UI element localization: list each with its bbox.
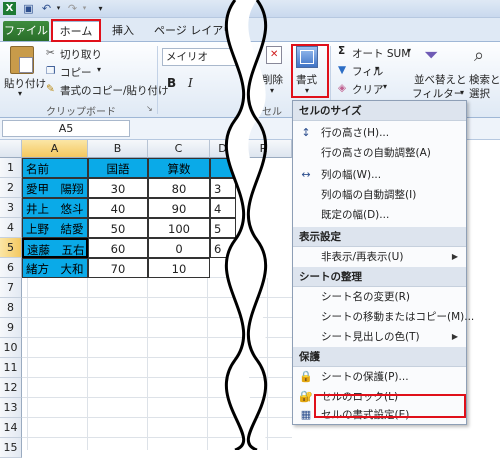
table-cell[interactable]: 国語 — [88, 158, 148, 178]
home-tab-highlight — [51, 19, 101, 42]
menu-section-organize: シートの整理 — [293, 267, 466, 287]
wavy-cut-divider — [224, 0, 268, 450]
menu-item-row-autofit[interactable]: 行の高さの自動調整(A) — [293, 143, 466, 163]
menu-item-protect-sheet[interactable]: 🔒 シートの保護(P)... — [293, 367, 466, 387]
clipboard-group-label: クリップボード — [46, 107, 116, 118]
table-cell[interactable]: 愛甲 陽翔 — [22, 178, 88, 198]
row-header[interactable]: 1 — [0, 158, 22, 178]
row-header[interactable]: 14 — [0, 418, 22, 438]
menu-section-visibility: 表示設定 — [293, 227, 466, 247]
menu-section-protection: 保護 — [293, 347, 466, 367]
table-cell[interactable]: 50 — [88, 218, 148, 238]
active-cell[interactable]: 遠藤 五右 — [22, 238, 88, 258]
menu-item-column-autofit[interactable]: 列の幅の自動調整(I) — [293, 185, 466, 205]
table-cell[interactable]: 70 — [88, 258, 148, 278]
row-header[interactable]: 12 — [0, 378, 22, 398]
row-header[interactable]: 5 — [0, 238, 22, 258]
sort-filter-dropdown-icon[interactable]: ▾ — [460, 88, 464, 97]
italic-button[interactable]: I — [188, 76, 193, 90]
menu-item-move-copy-sheet[interactable]: シートの移動またはコピー(M)... — [293, 307, 474, 327]
column-header[interactable]: A — [22, 140, 88, 158]
table-cell[interactable]: 40 — [88, 198, 148, 218]
format-dropdown-menu: セルのサイズ ↕ 行の高さ(H)... 行の高さの自動調整(A) ↔ 列の幅(W… — [292, 100, 474, 425]
sort-filter-label-1[interactable]: 並べ替えと — [414, 72, 467, 87]
lock-icon: 🔐 — [299, 390, 313, 403]
menu-item-column-width[interactable]: ↔ 列の幅(W)... — [293, 165, 466, 185]
menu-item-default-width[interactable]: 既定の幅(D)... — [293, 205, 466, 225]
copy-button[interactable]: コピー — [60, 65, 92, 80]
format-cells-dialog-icon: ▦ — [300, 408, 312, 421]
menu-item-hide-unhide[interactable]: 非表示/再表示(U) ▶ — [293, 247, 466, 267]
redo-dropdown-icon[interactable]: ▾ — [78, 2, 91, 15]
format-painter-button[interactable]: 書式のコピー/貼り付け — [60, 83, 169, 98]
excel-logo-icon: X — [3, 2, 16, 15]
cut-button[interactable]: 切り取り — [60, 47, 102, 62]
submenu-arrow-icon: ▶ — [451, 252, 458, 261]
column-header[interactable]: B — [88, 140, 148, 158]
autosum-dropdown-icon[interactable]: ▾ — [407, 46, 411, 55]
group-separator — [157, 46, 158, 114]
format-painter-icon[interactable]: ✎ — [46, 83, 55, 95]
row-header[interactable]: 2 — [0, 178, 22, 198]
tab-file[interactable]: ファイル — [3, 21, 49, 41]
bold-button[interactable]: B — [167, 76, 176, 90]
table-cell[interactable]: 緒方 大和 — [22, 258, 88, 278]
submenu-arrow-icon: ▶ — [451, 332, 458, 341]
menu-item-row-height[interactable]: ↕ 行の高さ(H)... — [293, 123, 466, 143]
clear-dropdown-icon[interactable]: ▾ — [383, 82, 387, 91]
menu-item-tab-color[interactable]: シート見出しの色(T) ▶ — [293, 327, 466, 347]
row-header[interactable]: 3 — [0, 198, 22, 218]
row-header[interactable]: 8 — [0, 298, 22, 318]
row-header[interactable]: 15 — [0, 438, 22, 458]
save-icon[interactable]: ▣ — [22, 2, 35, 15]
table-cell[interactable]: 30 — [88, 178, 148, 198]
fill-icon[interactable]: ▼ — [338, 64, 346, 76]
find-select-label-2[interactable]: 選択 — [469, 86, 490, 101]
paste-button[interactable]: 貼り付け — [4, 76, 46, 91]
row-header[interactable]: 6 — [0, 258, 22, 278]
menu-item-rename-sheet[interactable]: シート名の変更(R) — [293, 287, 466, 307]
column-width-icon: ↔ — [301, 168, 311, 181]
name-box[interactable]: A5 — [2, 120, 130, 137]
menu-section-cell-size: セルのサイズ — [293, 101, 466, 121]
find-select-label-1[interactable]: 検索と — [469, 72, 500, 87]
cut-icon[interactable]: ✂ — [46, 47, 55, 59]
format-cells-highlight — [314, 394, 466, 418]
autosum-icon[interactable]: Σ — [338, 45, 345, 57]
autosum-button[interactable]: オート SUM — [352, 46, 410, 61]
copy-icon[interactable]: ❐ — [46, 65, 55, 77]
row-height-icon: ↕ — [301, 126, 311, 139]
undo-dropdown-icon[interactable]: ▾ — [52, 2, 65, 15]
format-button-highlight — [291, 44, 329, 98]
table-cell[interactable]: 上野 結愛 — [22, 218, 88, 238]
clipboard-launcher-icon[interactable]: ↘ — [146, 104, 153, 113]
select-all-corner[interactable] — [0, 140, 22, 158]
row-header[interactable]: 13 — [0, 398, 22, 418]
row-header[interactable]: 9 — [0, 318, 22, 338]
tab-insert[interactable]: 挿入 — [104, 21, 142, 41]
row-header[interactable]: 10 — [0, 338, 22, 358]
table-cell[interactable]: 名前 — [22, 158, 88, 178]
protect-sheet-icon: 🔒 — [299, 370, 313, 383]
clear-button[interactable]: クリア — [352, 82, 384, 97]
table-cell[interactable]: 井上 悠斗 — [22, 198, 88, 218]
paste-dropdown-icon[interactable]: ▾ — [18, 89, 22, 98]
paste-icon[interactable] — [10, 46, 34, 74]
table-cell[interactable]: 60 — [88, 238, 148, 258]
row-header[interactable]: 7 — [0, 278, 22, 298]
fill-dropdown-icon[interactable]: ▾ — [375, 64, 379, 73]
row-header[interactable]: 11 — [0, 358, 22, 378]
find-select-icon[interactable]: ⌕ — [474, 45, 484, 66]
sort-filter-icon[interactable]: ⏷ — [424, 45, 438, 66]
copy-dropdown-icon[interactable]: ▾ — [97, 65, 101, 74]
sort-filter-label-2[interactable]: フィルター — [412, 86, 464, 101]
customize-qat-icon[interactable]: ▾ — [94, 2, 107, 15]
clear-icon[interactable]: ◈ — [338, 82, 346, 94]
row-header[interactable]: 4 — [0, 218, 22, 238]
